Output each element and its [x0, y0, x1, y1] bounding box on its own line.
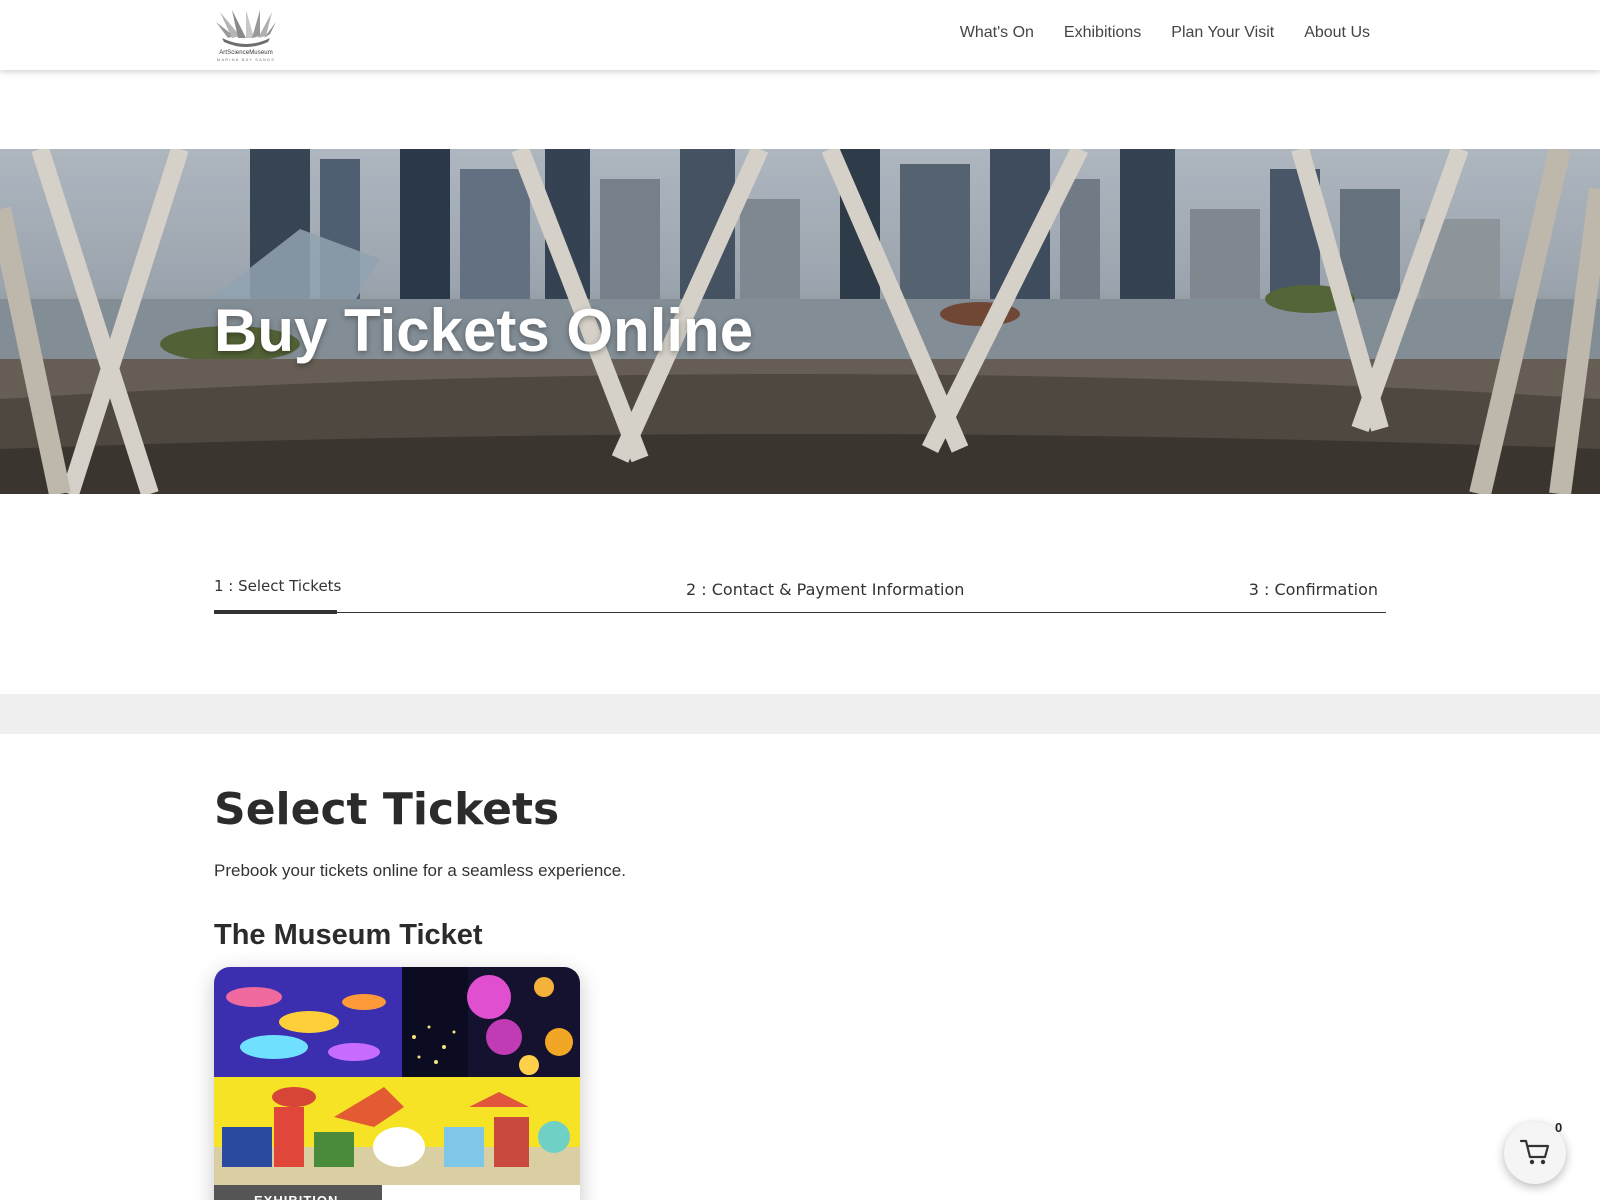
nav-exhibitions[interactable]: Exhibitions	[1064, 24, 1141, 42]
shopping-cart-icon	[1519, 1139, 1550, 1165]
cart-count-badge: 0	[1555, 1120, 1563, 1135]
lotus-logo-icon	[216, 10, 276, 47]
step-confirmation[interactable]: 3 : Confirmation	[1249, 580, 1378, 599]
nav-plan-your-visit[interactable]: Plan Your Visit	[1171, 24, 1274, 42]
nav-about-us[interactable]: About Us	[1304, 24, 1370, 42]
cart-button[interactable]: 0	[1504, 1120, 1566, 1184]
main-nav: What's On Exhibitions Plan Your Visit Ab…	[960, 24, 1370, 42]
page-description: Prebook your tickets online for a seamle…	[214, 861, 626, 880]
ticket-card-image	[214, 967, 580, 1200]
page-title: Select Tickets	[214, 784, 560, 835]
active-step-indicator	[214, 610, 337, 614]
museum-ticket-card[interactable]: EXHIBITION	[214, 967, 580, 1200]
logo-subtitle: MARINA BAY SANDS	[216, 57, 276, 62]
steps-divider	[214, 612, 1386, 613]
exhibition-badge: EXHIBITION	[214, 1185, 382, 1200]
museum-logo[interactable]: ArtScienceMuseum MARINA BAY SANDS	[214, 8, 278, 62]
step-select-tickets[interactable]: 1 : Select Tickets	[214, 577, 341, 595]
section-title: The Museum Ticket	[214, 919, 483, 951]
step-contact-payment[interactable]: 2 : Contact & Payment Information	[686, 580, 964, 599]
hero-title: Buy Tickets Online	[214, 297, 754, 364]
nav-whats-on[interactable]: What's On	[960, 24, 1034, 42]
section-separator	[0, 694, 1600, 734]
hero-banner: Buy Tickets Online	[0, 149, 1600, 494]
site-header: ArtScienceMuseum MARINA BAY SANDS What's…	[0, 0, 1600, 70]
logo-name: ArtScienceMuseum	[219, 50, 273, 56]
checkout-steps: 1 : Select Tickets 2 : Contact & Payment…	[214, 560, 1386, 614]
